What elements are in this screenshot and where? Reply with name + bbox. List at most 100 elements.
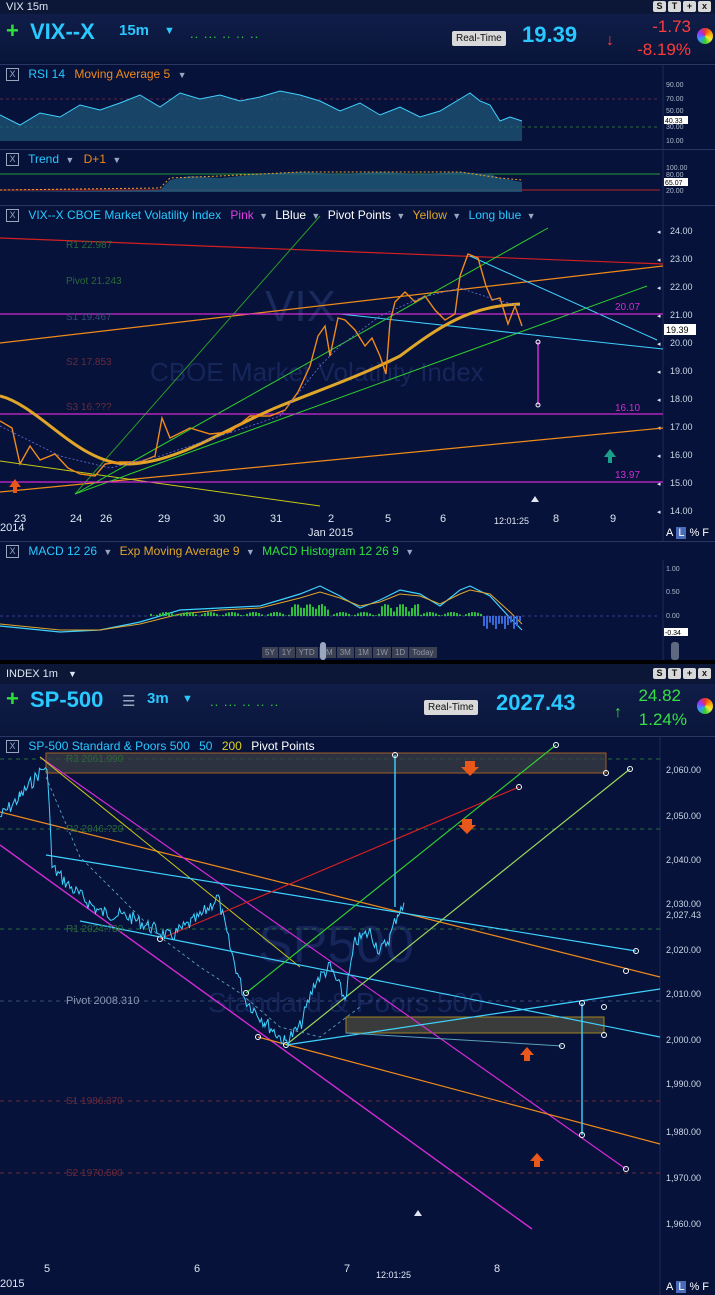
close-icon[interactable]: x xyxy=(698,1,711,12)
close-pane-icon[interactable]: X xyxy=(6,209,19,222)
vix-window-label[interactable]: VIX 15m xyxy=(6,0,48,14)
chevron-down-icon[interactable]: ▼ xyxy=(68,664,77,684)
move-icon[interactable]: + xyxy=(683,668,696,679)
vix-x-label: 26 xyxy=(100,513,112,525)
long-blue-label[interactable]: Long blue xyxy=(469,208,522,222)
macd-histogram-bar xyxy=(420,615,422,616)
vix-watermark: VIX xyxy=(265,282,336,331)
level-16-10: 16.10 xyxy=(615,403,640,414)
chevron-down-icon[interactable]: ▼ xyxy=(164,25,175,37)
macd-histogram-bar xyxy=(159,613,161,616)
macd-study-label[interactable]: MACD 12 26 xyxy=(28,544,97,558)
lblue-label[interactable]: LBlue xyxy=(275,208,306,222)
fit-button[interactable]: F xyxy=(702,527,709,539)
macd-histogram-bar xyxy=(243,615,245,616)
axis-marker-icon: ◂ xyxy=(657,397,661,404)
chevron-down-icon[interactable]: ▼ xyxy=(246,547,255,557)
macd-histogram-bar xyxy=(444,614,446,616)
vix-symbol[interactable]: VIX--X xyxy=(30,19,95,45)
macd-histogram-bar xyxy=(291,607,293,616)
sp-pivot-points-label[interactable]: Pivot Points xyxy=(251,739,314,753)
macd-histogram-bar xyxy=(300,608,302,616)
sp-y-tick: 2,060.00 xyxy=(666,765,701,775)
chevron-down-icon[interactable]: ▼ xyxy=(405,547,414,557)
sp-study-label[interactable]: SP-500 Standard & Poors 500 xyxy=(28,739,189,753)
range-button-1m[interactable]: 1M xyxy=(355,647,372,658)
macd-histogram-bar xyxy=(447,613,449,616)
level-20-07: 20.07 xyxy=(615,302,640,313)
list-icon[interactable]: ☰ xyxy=(122,692,135,710)
chevron-down-icon[interactable]: ▼ xyxy=(259,211,268,221)
settings-icon[interactable]: S xyxy=(653,1,666,12)
add-icon[interactable]: + xyxy=(6,686,19,712)
vix-y-tick: 18.00 xyxy=(670,394,693,404)
macd-histogram-bar xyxy=(174,615,176,616)
sp-timeframe[interactable]: 3m xyxy=(147,690,169,707)
close-icon[interactable]: x xyxy=(698,668,711,679)
log-scale-button[interactable]: L xyxy=(676,527,686,539)
macd-histogram-bar xyxy=(459,614,461,616)
close-pane-icon[interactable]: X xyxy=(6,545,19,558)
macd-histogram-bar xyxy=(318,605,320,616)
settings-icon[interactable]: S xyxy=(653,668,666,679)
ema-label[interactable]: Exp Moving Average 9 xyxy=(120,544,240,558)
sp-window-label[interactable]: INDEX 1m xyxy=(6,664,58,684)
macd-histogram-bar xyxy=(372,615,374,616)
auto-scale-button[interactable]: A xyxy=(666,1281,673,1293)
range-button-1y[interactable]: 1Y xyxy=(279,647,295,658)
scroll-end-icon[interactable] xyxy=(671,642,679,660)
macd-histogram-bar xyxy=(414,605,416,616)
fit-button[interactable]: F xyxy=(702,1281,709,1293)
percent-scale-button[interactable]: % xyxy=(689,1281,699,1293)
pivot-points-label[interactable]: Pivot Points xyxy=(328,208,391,222)
tools-icon[interactable]: T xyxy=(668,1,681,12)
range-button-1w[interactable]: 1W xyxy=(373,647,391,658)
range-button-ytd[interactable]: YTD xyxy=(296,647,318,658)
close-pane-icon[interactable]: X xyxy=(6,740,19,753)
macd-histogram-bar xyxy=(222,615,224,616)
sp-y-tick: 2,000.00 xyxy=(666,1035,701,1045)
chevron-down-icon[interactable]: ▼ xyxy=(527,211,536,221)
vix-study-label[interactable]: VIX--X CBOE Market Volatility Index xyxy=(28,208,221,222)
add-icon[interactable]: + xyxy=(6,18,19,44)
log-scale-button[interactable]: L xyxy=(676,1281,686,1293)
range-button-5y[interactable]: 5Y xyxy=(262,647,278,658)
color-wheel-icon[interactable] xyxy=(697,28,713,44)
yellow-label[interactable]: Yellow xyxy=(413,208,447,222)
chevron-down-icon[interactable]: ▼ xyxy=(311,211,320,221)
percent-scale-button[interactable]: % xyxy=(689,527,699,539)
sp-realtime-badge[interactable]: Real-Time xyxy=(424,700,478,715)
range-button-today[interactable]: Today xyxy=(409,647,436,658)
macd-histogram-bar xyxy=(204,613,206,616)
macd-histogram-bar xyxy=(252,612,254,616)
sp-change: 24.82 xyxy=(638,686,681,706)
ma50-label[interactable]: 50 xyxy=(199,739,212,753)
pivot-s2: S2 17.853 xyxy=(66,357,112,368)
auto-scale-button[interactable]: A xyxy=(666,527,673,539)
move-icon[interactable]: + xyxy=(683,1,696,12)
pink-label[interactable]: Pink xyxy=(230,208,253,222)
chevron-down-icon[interactable]: ▼ xyxy=(103,547,112,557)
trend-level-80: 80.00 xyxy=(666,172,684,179)
sp-pivot-label: Pivot 2008.310 xyxy=(66,995,139,1007)
sp-symbol[interactable]: SP-500 xyxy=(30,687,103,713)
macd-histogram-bar xyxy=(201,614,203,616)
chevron-down-icon[interactable]: ▼ xyxy=(452,211,461,221)
scroll-handle-icon[interactable] xyxy=(320,642,326,660)
tools-icon[interactable]: T xyxy=(668,668,681,679)
chevron-down-icon[interactable]: ▼ xyxy=(396,211,405,221)
macd-histogram-bar xyxy=(210,612,212,616)
range-button-3m[interactable]: 3M xyxy=(337,647,354,658)
color-wheel-icon[interactable] xyxy=(697,698,713,714)
vix-realtime-badge[interactable]: Real-Time xyxy=(452,31,506,46)
sp-y-tick: 2,010.00 xyxy=(666,989,701,999)
macd-hist-label[interactable]: MACD Histogram 12 26 9 xyxy=(262,544,399,558)
macd-histogram-bar xyxy=(225,613,227,616)
macd-histogram-bar xyxy=(369,613,371,616)
vix-x-label: 29 xyxy=(158,513,170,525)
chevron-down-icon[interactable]: ▼ xyxy=(182,693,193,705)
ma200-label[interactable]: 200 xyxy=(222,739,242,753)
range-button-1d[interactable]: 1D xyxy=(392,647,408,658)
vix-timeframe[interactable]: 15m xyxy=(119,22,149,39)
macd-plot: 1.00 0.50 0.00 -0.34 xyxy=(0,560,715,660)
